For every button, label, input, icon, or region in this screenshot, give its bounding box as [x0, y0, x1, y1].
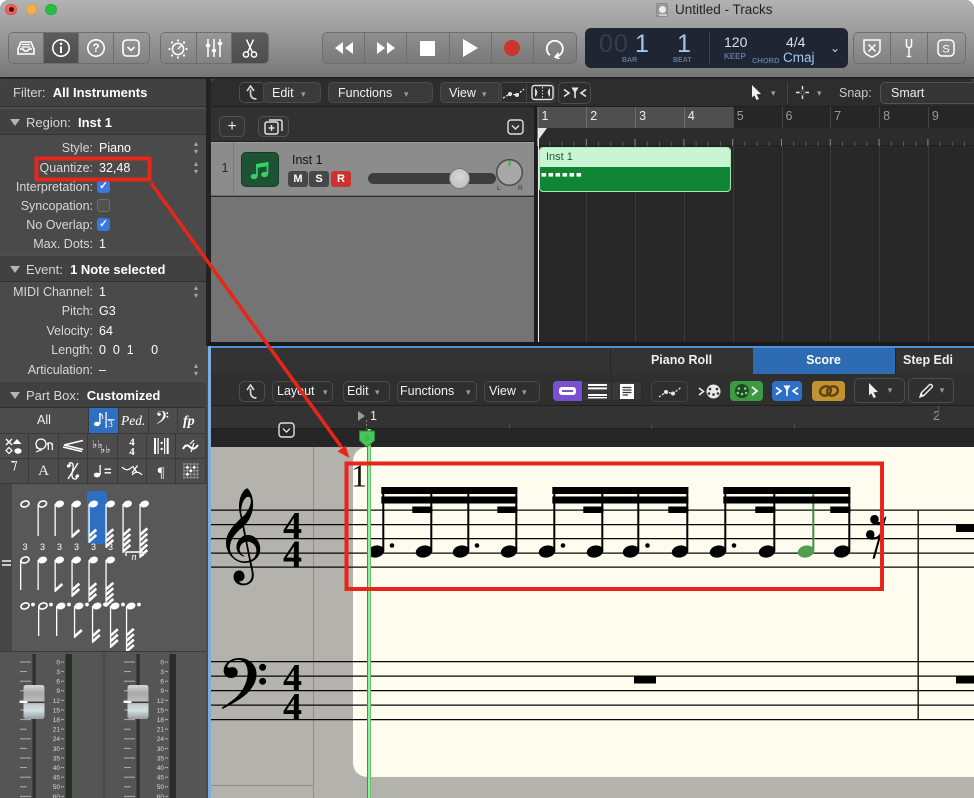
svg-text:35: 35: [53, 755, 61, 762]
svg-text:0: 0: [160, 659, 164, 666]
svg-text:S: S: [943, 44, 950, 56]
svg-text:35: 35: [157, 755, 165, 762]
svg-text:45: 45: [53, 775, 61, 782]
svg-text:24: 24: [53, 736, 61, 743]
svg-text:60: 60: [157, 794, 165, 798]
svg-text:?: ?: [92, 43, 99, 55]
svg-text:3: 3: [108, 419, 113, 429]
svg-text:3: 3: [91, 542, 96, 552]
svg-text:¶: ¶: [158, 465, 165, 480]
svg-text:8: 8: [365, 436, 369, 443]
svg-text:fp: fp: [183, 414, 195, 428]
svg-text:6: 6: [160, 679, 164, 686]
svg-text:4: 4: [283, 686, 302, 728]
svg-text:15: 15: [53, 707, 61, 714]
svg-text:12: 12: [157, 698, 165, 705]
svg-text:30: 30: [53, 746, 61, 753]
svg-text:18: 18: [157, 717, 165, 724]
svg-text:♭♭: ♭♭: [100, 444, 110, 454]
svg-text:Ped.: Ped.: [120, 413, 145, 427]
svg-text:3: 3: [56, 669, 60, 676]
svg-text:3: 3: [57, 542, 62, 552]
svg-text:50: 50: [157, 784, 165, 791]
svg-text:3: 3: [74, 542, 79, 552]
svg-text:21: 21: [53, 727, 61, 734]
svg-text:40: 40: [157, 765, 165, 772]
svg-text:3: 3: [108, 542, 113, 552]
svg-text:9: 9: [160, 688, 164, 695]
svg-text:18: 18: [53, 717, 61, 724]
svg-text:60: 60: [53, 794, 61, 798]
svg-text:40: 40: [53, 765, 61, 772]
svg-text:1: 1: [351, 458, 367, 494]
svg-text:6: 6: [56, 679, 60, 686]
svg-text:3: 3: [160, 669, 164, 676]
svg-text:12: 12: [53, 698, 61, 705]
svg-text:50: 50: [53, 784, 61, 791]
svg-text:L: L: [497, 185, 501, 192]
svg-text:3: 3: [40, 542, 45, 552]
svg-text:45: 45: [157, 775, 165, 782]
svg-text:0: 0: [56, 659, 60, 666]
svg-text:4: 4: [129, 446, 135, 456]
svg-text:30: 30: [157, 746, 165, 753]
svg-text:24: 24: [157, 736, 165, 743]
svg-text:21: 21: [157, 727, 165, 734]
svg-text:R: R: [518, 185, 523, 192]
svg-text:9: 9: [56, 688, 60, 695]
svg-text:n: n: [132, 552, 137, 563]
svg-text:15: 15: [157, 707, 165, 714]
svg-text:4: 4: [283, 534, 302, 576]
svg-text:3: 3: [22, 542, 27, 552]
